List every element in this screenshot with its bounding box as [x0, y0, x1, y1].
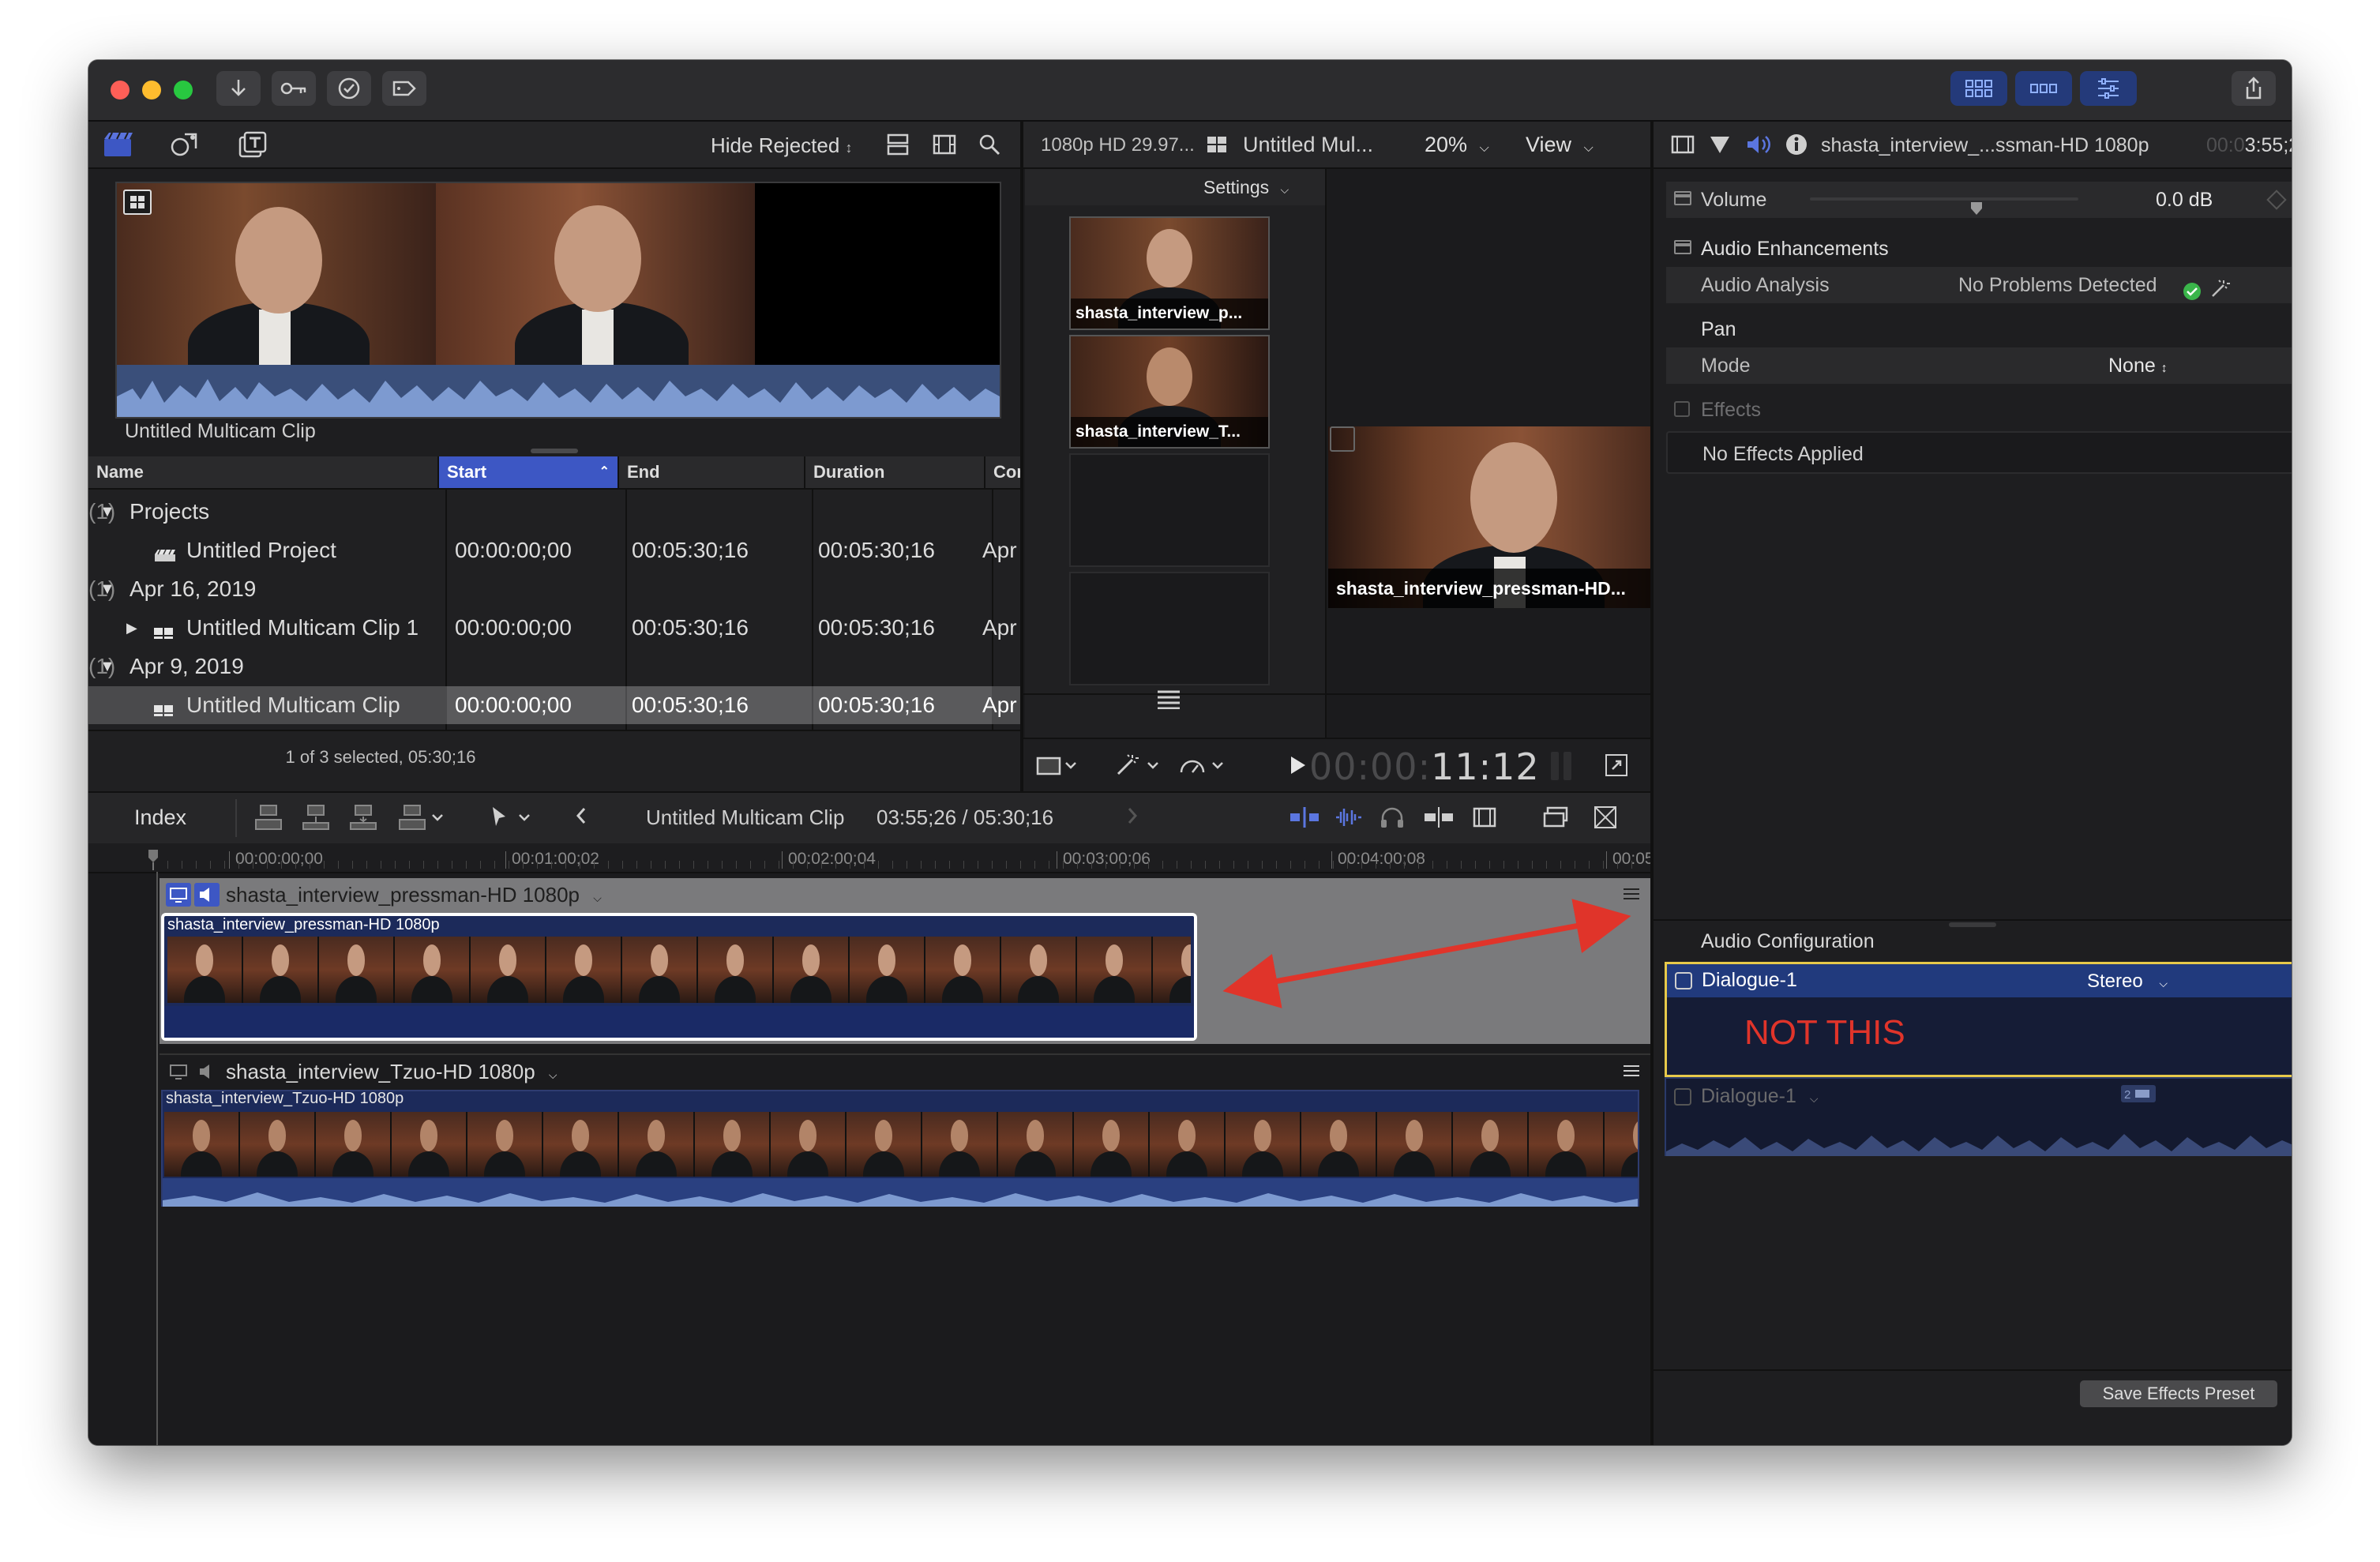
list-row-selected[interactable]: Untitled Multicam Clip 00:00:00;00 00:05:3… — [88, 686, 1020, 724]
annotation-arrow — [1222, 899, 1631, 1008]
row-duration: 00:05:30;16 — [818, 693, 935, 717]
app-window: Hide Rejected ↕ Untitled Multicam Clip N… — [88, 60, 2292, 1445]
row-name: Untitled Multicam Clip — [186, 693, 400, 717]
multicam-clip-icon — [153, 696, 174, 716]
row-start: 00:00:00;00 — [455, 693, 572, 717]
row-end: 00:05:30;16 — [632, 693, 749, 717]
row-content: Apr — [982, 693, 1017, 717]
